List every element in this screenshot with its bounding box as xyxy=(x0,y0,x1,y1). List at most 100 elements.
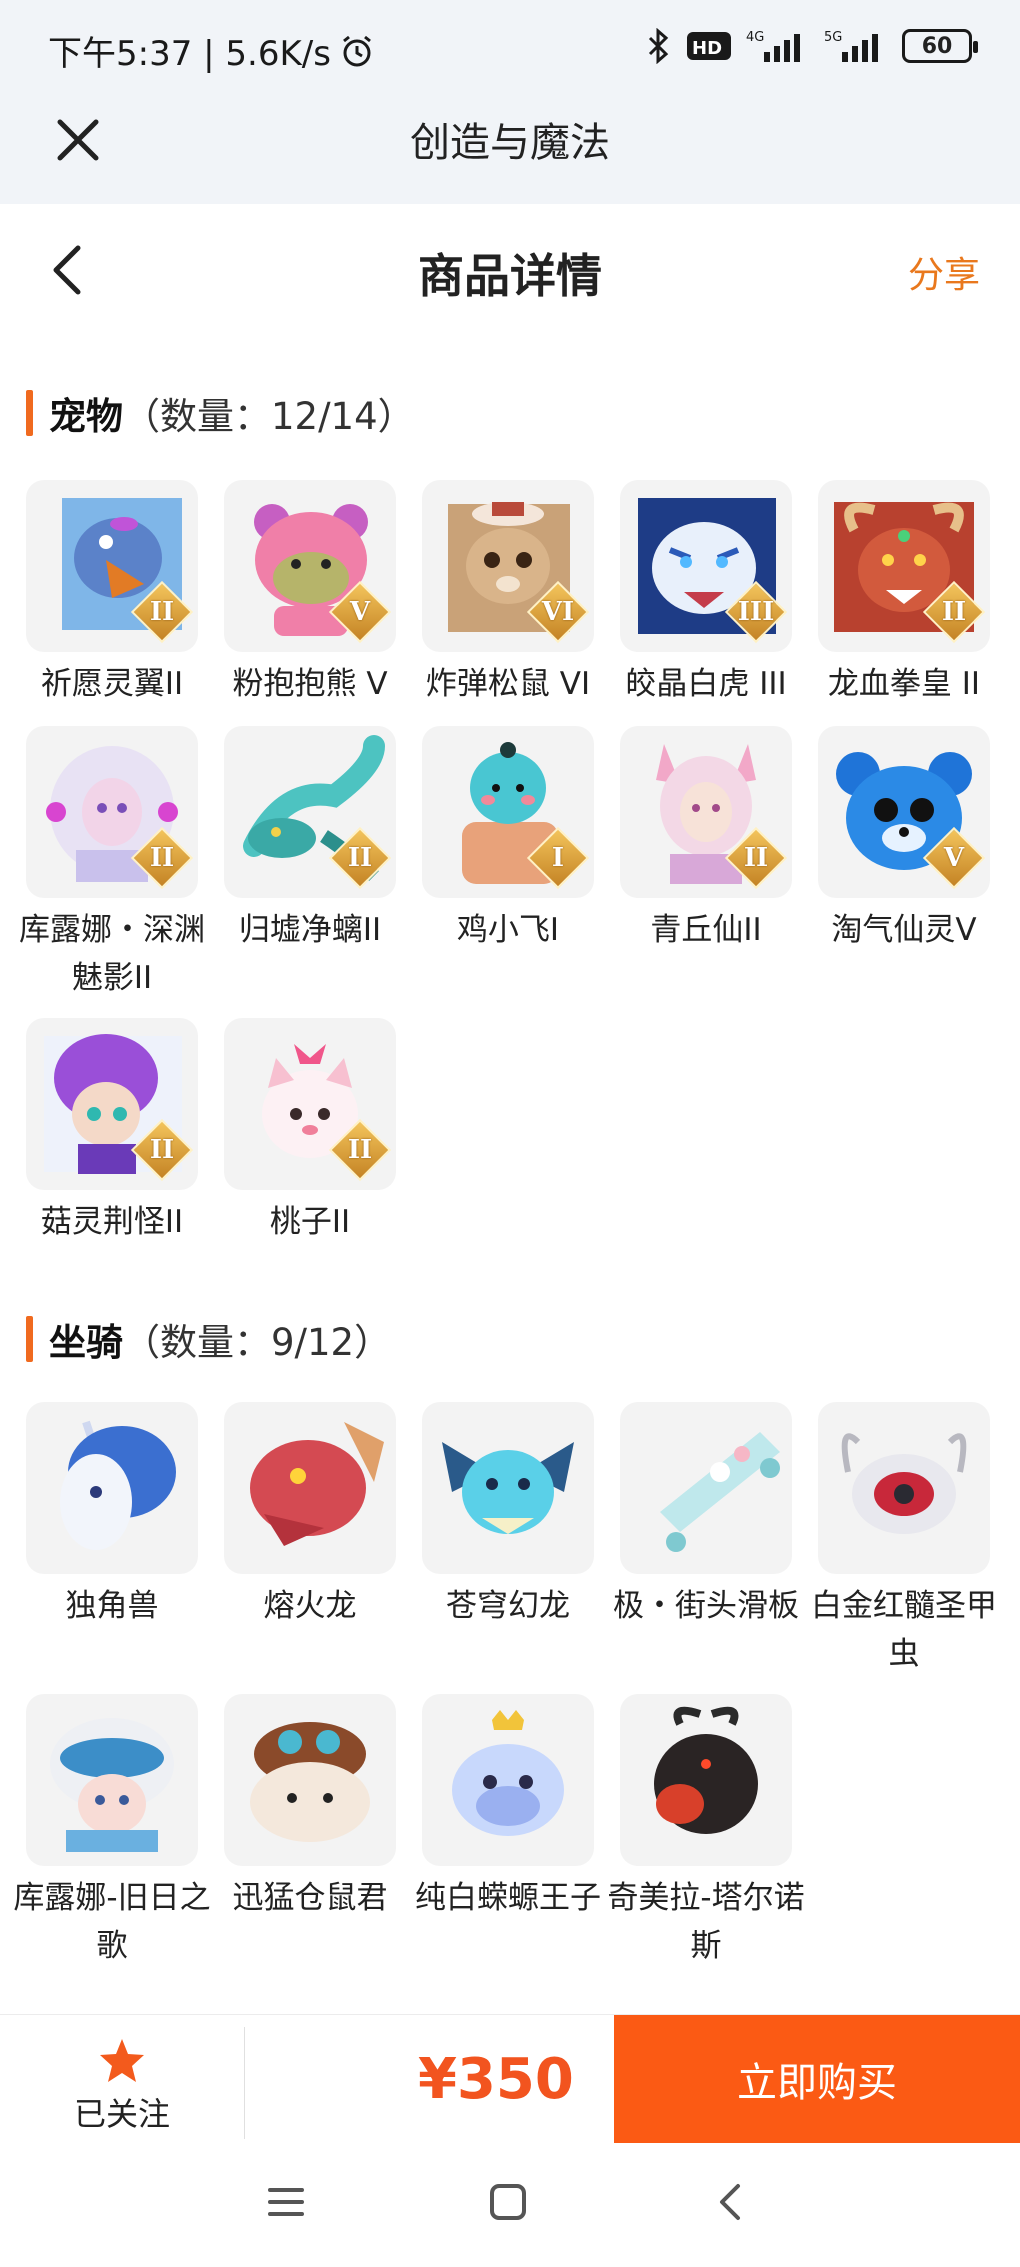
pet-thumbnail: II xyxy=(26,726,198,898)
level-badge-text: II xyxy=(743,843,769,873)
mount-thumbnail xyxy=(620,1694,792,1866)
pet-item[interactable]: VI 炸弹松鼠 VI xyxy=(408,480,608,708)
signal-4g-icon: 4G xyxy=(746,30,800,62)
mount-thumbnail xyxy=(224,1694,396,1866)
level-badge-text: II xyxy=(347,843,373,873)
share-button[interactable]: 分享 xyxy=(908,246,980,298)
mount-item[interactable]: 纯白蝾螈王子 xyxy=(408,1694,608,1922)
unicorn-image xyxy=(60,1420,176,1550)
section-accent-bar xyxy=(26,390,33,436)
price: ¥350 xyxy=(418,2047,574,2112)
pet-name: 龙血拳皇 II xyxy=(827,666,981,702)
pet-name: 桃子II xyxy=(269,1204,351,1240)
detail-nav: 商品详情 分享 xyxy=(0,204,1020,334)
page-title: 商品详情 xyxy=(418,249,602,303)
status-bar: 下午5:37 | 5.6K/s HD 4G 5G 60 xyxy=(0,0,1020,100)
mount-name: 熔火龙 xyxy=(263,1588,357,1624)
chimera-image xyxy=(654,1706,758,1834)
pet-thumbnail: II xyxy=(224,1018,396,1190)
pet-item[interactable]: II 龙血拳皇 II xyxy=(804,480,1004,708)
pet-thumbnail: V xyxy=(224,480,396,652)
mounts-section-header: 坐骑 （数量：9/12） xyxy=(26,1312,391,1366)
pet-name: 鸡小飞I xyxy=(456,912,560,948)
mount-item[interactable]: 苍穹幻龙 xyxy=(408,1402,608,1630)
mount-item[interactable]: 库露娜-旧日之歌 xyxy=(12,1694,212,1970)
status-time-speed: 下午5:37 | 5.6K/s xyxy=(48,34,331,74)
mount-item[interactable]: 熔火龙 xyxy=(210,1402,410,1630)
mounts-section-count: （数量：9/12） xyxy=(123,1321,392,1364)
mount-item[interactable]: 迅猛仓鼠君 xyxy=(210,1694,410,1922)
hamster-image xyxy=(250,1722,370,1842)
pets-section-title: 宠物 xyxy=(49,395,123,438)
mount-thumbnail xyxy=(620,1402,792,1574)
pet-item[interactable]: III 皎晶白虎 III xyxy=(606,480,806,708)
svg-text:HD: HD xyxy=(692,38,722,59)
pet-item[interactable]: V 淘气仙灵V xyxy=(804,726,1004,954)
svg-text:5G: 5G xyxy=(824,30,842,45)
mount-name: 白金红髓圣甲虫 xyxy=(811,1588,997,1672)
mount-name: 苍穹幻龙 xyxy=(446,1588,570,1624)
pets-section-header: 宠物 （数量：12/14） xyxy=(26,386,415,440)
mount-item[interactable]: 独角兽 xyxy=(12,1402,212,1630)
status-right: HD 4G 5G 60 xyxy=(644,28,978,64)
pet-item[interactable]: II 菇灵荆怪II xyxy=(12,1018,212,1246)
pet-name: 库露娜・深渊魅影II xyxy=(19,912,205,996)
pet-item[interactable]: II 祈愿灵翼II xyxy=(12,480,212,708)
pet-item[interactable]: V 粉抱抱熊 V xyxy=(210,480,410,708)
pet-name: 炸弹松鼠 VI xyxy=(425,666,591,702)
level-badge-text: VI xyxy=(541,597,575,627)
pet-thumbnail: II xyxy=(224,726,396,898)
back-nav-icon[interactable] xyxy=(712,2182,752,2222)
app-title: 创造与魔法 xyxy=(410,120,610,166)
pet-thumbnail: III xyxy=(620,480,792,652)
pet-thumbnail: II xyxy=(26,480,198,652)
pet-name: 粉抱抱熊 V xyxy=(232,666,388,702)
bluetooth-icon xyxy=(648,28,669,64)
follow-button[interactable]: 已关注 xyxy=(30,2015,214,2147)
mount-name: 极・街头滑板 xyxy=(613,1588,799,1624)
level-badge-text: II xyxy=(149,597,175,627)
top-area: 下午5:37 | 5.6K/s HD 4G 5G 60 创造与魔法 xyxy=(0,0,1020,204)
divider xyxy=(244,2027,245,2139)
battery-level: 60 xyxy=(921,33,953,59)
mount-thumbnail xyxy=(818,1402,990,1574)
status-left: 下午5:37 | 5.6K/s xyxy=(48,26,375,75)
buy-now-button[interactable]: 立即购买 xyxy=(614,2015,1020,2143)
pet-item[interactable]: II 桃子II xyxy=(210,1018,410,1246)
mount-name: 迅猛仓鼠君 xyxy=(232,1880,388,1916)
pet-name: 皎晶白虎 III xyxy=(625,666,787,702)
pet-item[interactable]: II 库露娜・深渊魅影II xyxy=(12,726,212,1002)
signal-5g-icon: 5G xyxy=(824,30,878,62)
level-badge-text: II xyxy=(347,1135,373,1165)
home-icon[interactable] xyxy=(488,2182,528,2222)
scarab-image xyxy=(841,1433,967,1534)
mounts-section-title: 坐骑 xyxy=(49,1321,123,1364)
pet-name: 青丘仙II xyxy=(650,912,762,948)
system-nav-bar xyxy=(0,2146,1020,2267)
mount-item[interactable]: 极・街头滑板 xyxy=(606,1402,806,1630)
pet-item[interactable]: I 鸡小飞I xyxy=(408,726,608,954)
battery-indicator: 60 xyxy=(902,29,978,63)
pet-item[interactable]: II 归墟净螭II xyxy=(210,726,410,954)
pet-name: 淘气仙灵V xyxy=(831,912,977,948)
level-badge-text: V xyxy=(943,843,965,873)
level-badge-text: II xyxy=(149,843,175,873)
mount-thumbnail xyxy=(422,1402,594,1574)
pets-section-count: （数量：12/14） xyxy=(123,395,415,438)
bottom-purchase-bar: 已关注 ¥350 立即购买 xyxy=(0,2014,1020,2146)
level-badge-text: II xyxy=(941,597,967,627)
mount-name: 独角兽 xyxy=(65,1588,159,1624)
mount-item[interactable]: 奇美拉-塔尔诺斯 xyxy=(606,1694,806,1970)
pet-item[interactable]: II 青丘仙II xyxy=(606,726,806,954)
pet-thumbnail: VI xyxy=(422,480,594,652)
menu-icon[interactable] xyxy=(266,2182,306,2222)
svg-text:4G: 4G xyxy=(746,30,764,45)
mount-item[interactable]: 白金红髓圣甲虫 xyxy=(804,1402,1004,1678)
pet-thumbnail: I xyxy=(422,726,594,898)
level-badge-text: III xyxy=(737,597,775,627)
mount-name: 奇美拉-塔尔诺斯 xyxy=(607,1880,805,1964)
mount-thumbnail xyxy=(422,1694,594,1866)
follow-label: 已关注 xyxy=(73,2095,170,2133)
mount-name: 库露娜-旧日之歌 xyxy=(13,1880,211,1964)
hd-icon: HD xyxy=(687,32,731,60)
